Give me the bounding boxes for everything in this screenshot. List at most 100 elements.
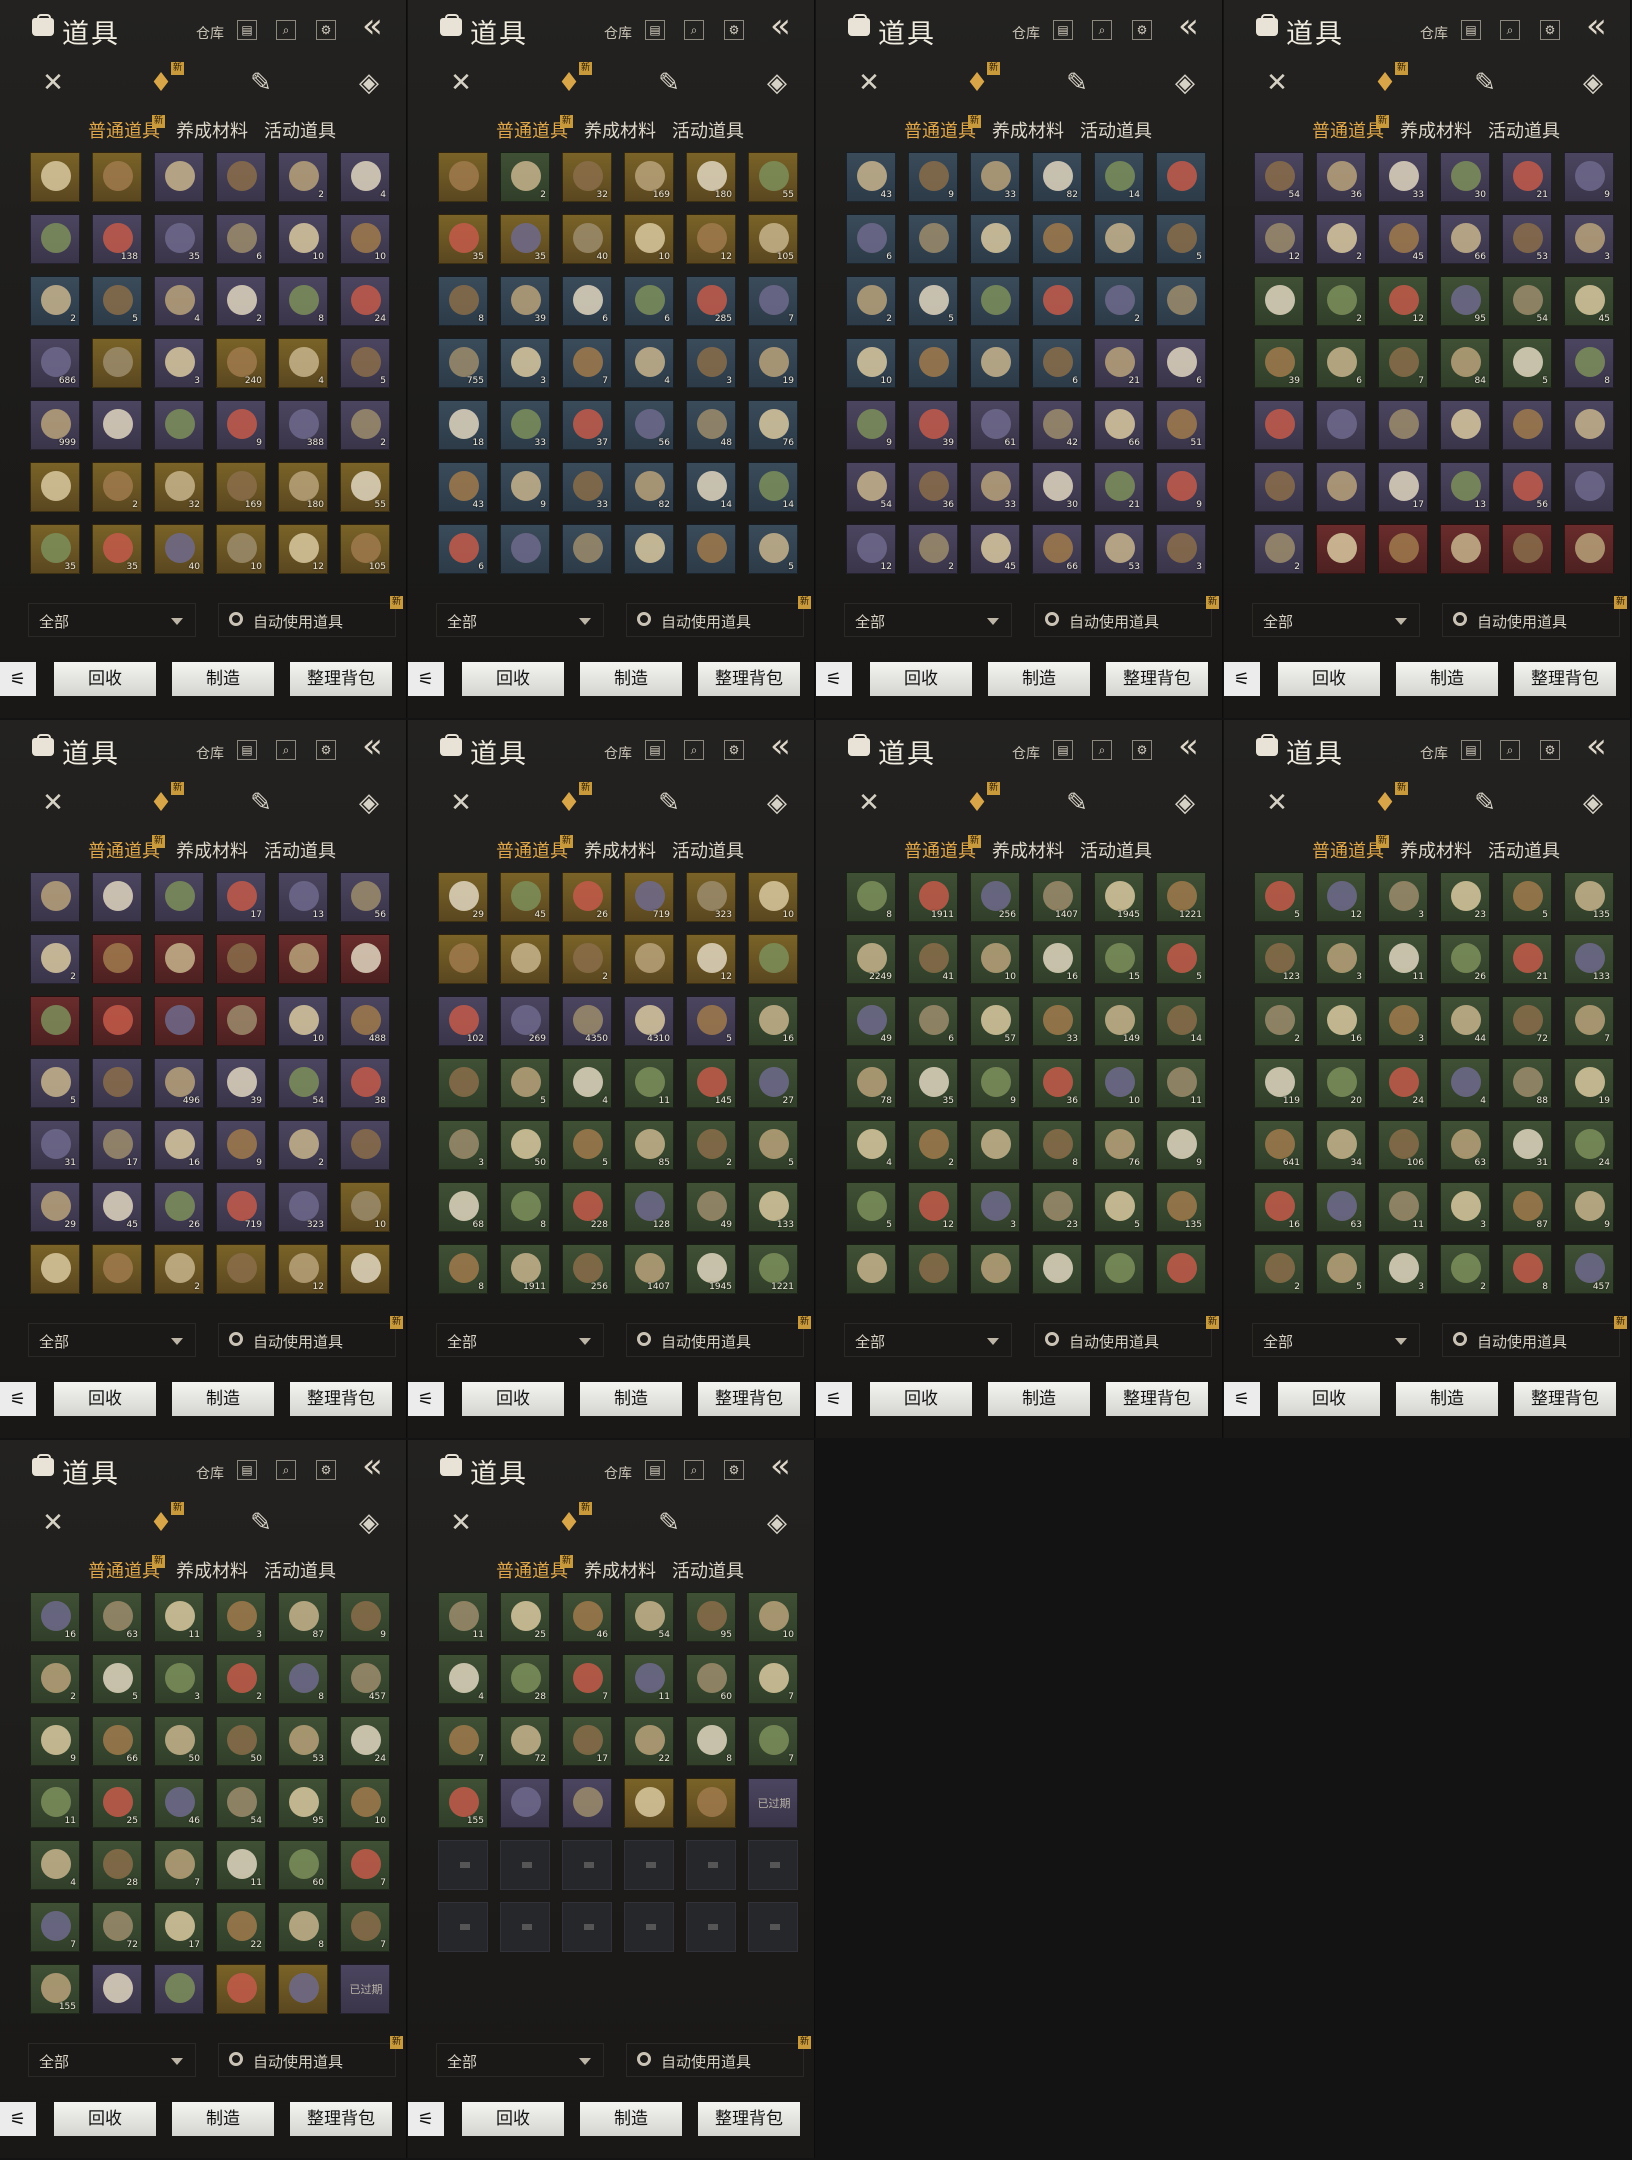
item-slot[interactable]: 16 xyxy=(1254,1182,1304,1232)
item-slot[interactable]: 169 xyxy=(216,462,266,512)
item-slot[interactable]: 33 xyxy=(500,400,550,450)
item-slot[interactable]: 7 xyxy=(340,1902,390,1952)
item-slot[interactable]: 5 xyxy=(1502,338,1552,388)
item-slot[interactable] xyxy=(1316,462,1366,512)
tab-cultivation-materials[interactable]: 养成材料 xyxy=(584,117,656,143)
item-slot[interactable]: 3 xyxy=(216,1592,266,1642)
recycle-button[interactable]: 回收 xyxy=(54,1382,156,1416)
item-slot[interactable]: 9 xyxy=(216,400,266,450)
item-slot[interactable]: 61 xyxy=(970,400,1020,450)
item-slot[interactable]: 85 xyxy=(624,1120,674,1170)
item-slot[interactable]: 2 xyxy=(1440,1244,1490,1294)
item-slot[interactable]: 82 xyxy=(624,462,674,512)
item-slot[interactable] xyxy=(1316,400,1366,450)
item-slot[interactable]: 10 xyxy=(340,1182,390,1232)
gem-icon[interactable]: ◈ xyxy=(1576,66,1610,100)
warehouse-label[interactable]: 仓库 xyxy=(604,743,632,763)
item-slot[interactable]: 49 xyxy=(686,1182,736,1232)
auto-use-button[interactable]: 自动使用道具 新 xyxy=(1442,596,1627,637)
item-slot[interactable]: 755 xyxy=(438,338,488,388)
item-slot[interactable]: 45 xyxy=(970,524,1020,574)
search-icon[interactable]: ⌕ xyxy=(276,740,296,760)
item-slot[interactable]: 488 xyxy=(340,996,390,1046)
warehouse-label[interactable]: 仓库 xyxy=(1420,743,1448,763)
item-slot[interactable]: 105 xyxy=(340,524,390,574)
item-slot[interactable]: 641 xyxy=(1254,1120,1304,1170)
item-slot[interactable] xyxy=(216,934,266,984)
item-slot[interactable]: 95 xyxy=(278,1778,328,1828)
item-slot[interactable]: 35 xyxy=(438,214,488,264)
item-slot[interactable]: 17 xyxy=(154,1902,204,1952)
archive-icon[interactable]: ▤ xyxy=(645,740,665,760)
item-slot[interactable]: 45 xyxy=(500,872,550,922)
item-slot[interactable]: 155 xyxy=(438,1778,488,1828)
item-slot[interactable]: 56 xyxy=(1502,462,1552,512)
item-slot[interactable]: 7 xyxy=(340,1840,390,1890)
back-icon[interactable]: « xyxy=(770,6,790,46)
swords-icon[interactable]: ✕ xyxy=(36,66,70,100)
filter-icon[interactable]: ⚟ xyxy=(816,662,852,696)
archive-icon[interactable]: ▤ xyxy=(1053,20,1073,40)
item-slot[interactable]: 12 xyxy=(686,934,736,984)
item-slot[interactable]: 56 xyxy=(624,400,674,450)
item-slot[interactable]: 12 xyxy=(278,524,328,574)
item-slot[interactable]: 5 xyxy=(748,1120,798,1170)
back-icon[interactable]: « xyxy=(770,726,790,766)
item-slot[interactable]: 17 xyxy=(92,1120,142,1170)
item-slot[interactable]: 55 xyxy=(340,462,390,512)
item-slot[interactable] xyxy=(92,872,142,922)
item-slot[interactable]: 9 xyxy=(908,152,958,202)
filter-select[interactable]: 全部 xyxy=(28,2043,196,2077)
item-slot[interactable]: 1407 xyxy=(1032,872,1082,922)
tab-cultivation-materials[interactable]: 养成材料 xyxy=(584,1557,656,1583)
item-slot[interactable]: 11 xyxy=(624,1654,674,1704)
item-slot[interactable]: 5 xyxy=(340,338,390,388)
item-slot[interactable]: 6 xyxy=(438,524,488,574)
item-slot[interactable]: 84 xyxy=(1440,338,1490,388)
item-slot[interactable]: 14 xyxy=(748,462,798,512)
item-slot[interactable]: 11 xyxy=(624,1058,674,1108)
item-slot[interactable] xyxy=(1316,524,1366,574)
item-slot[interactable]: 12 xyxy=(278,1244,328,1294)
filter-icon[interactable]: ⚟ xyxy=(1224,662,1260,696)
scroll-icon[interactable]: ✎ xyxy=(652,66,686,100)
item-slot[interactable]: 1911 xyxy=(500,1244,550,1294)
item-slot[interactable]: 34 xyxy=(1316,1120,1366,1170)
tab-event-items[interactable]: 活动道具 xyxy=(1488,117,1560,143)
filter-icon[interactable]: ⚟ xyxy=(0,662,36,696)
tab-event-items[interactable]: 活动道具 xyxy=(1488,837,1560,863)
item-slot[interactable]: 48 xyxy=(686,400,736,450)
item-slot[interactable]: 19 xyxy=(748,338,798,388)
item-slot[interactable]: 45 xyxy=(1378,214,1428,264)
item-slot[interactable]: 26 xyxy=(562,872,612,922)
filter-icon[interactable]: ⚟ xyxy=(408,1382,444,1416)
tab-normal-items[interactable]: 普通道具 xyxy=(88,117,160,143)
item-slot[interactable]: 686 xyxy=(30,338,80,388)
tab-cultivation-materials[interactable]: 养成材料 xyxy=(992,117,1064,143)
swords-icon[interactable]: ✕ xyxy=(444,66,478,100)
item-slot[interactable]: 4 xyxy=(154,276,204,326)
item-slot[interactable]: 11 xyxy=(438,1592,488,1642)
item-slot[interactable]: 15 xyxy=(1094,934,1144,984)
archive-icon[interactable]: ▤ xyxy=(1461,20,1481,40)
item-slot[interactable] xyxy=(1032,214,1082,264)
item-slot[interactable]: 2 xyxy=(216,1654,266,1704)
item-slot[interactable] xyxy=(970,338,1020,388)
tab-cultivation-materials[interactable]: 养成材料 xyxy=(992,837,1064,863)
item-slot[interactable]: 17 xyxy=(216,872,266,922)
item-slot[interactable]: 22 xyxy=(624,1716,674,1766)
tab-cultivation-materials[interactable]: 养成材料 xyxy=(1400,837,1472,863)
item-slot[interactable] xyxy=(908,214,958,264)
item-slot[interactable]: 12 xyxy=(1378,276,1428,326)
craft-button[interactable]: 制造 xyxy=(172,662,274,696)
item-slot[interactable]: 4 xyxy=(846,1120,896,1170)
item-slot[interactable]: 8 xyxy=(278,1654,328,1704)
item-slot[interactable]: 39 xyxy=(908,400,958,450)
warehouse-label[interactable]: 仓库 xyxy=(1012,23,1040,43)
item-slot[interactable]: 2 xyxy=(154,1244,204,1294)
item-slot[interactable]: 54 xyxy=(846,462,896,512)
swords-icon[interactable]: ✕ xyxy=(1260,786,1294,820)
gear-icon[interactable]: ⚙ xyxy=(724,1460,744,1480)
item-slot[interactable]: 4 xyxy=(438,1654,488,1704)
auto-use-button[interactable]: 自动使用道具 新 xyxy=(1034,1316,1219,1357)
